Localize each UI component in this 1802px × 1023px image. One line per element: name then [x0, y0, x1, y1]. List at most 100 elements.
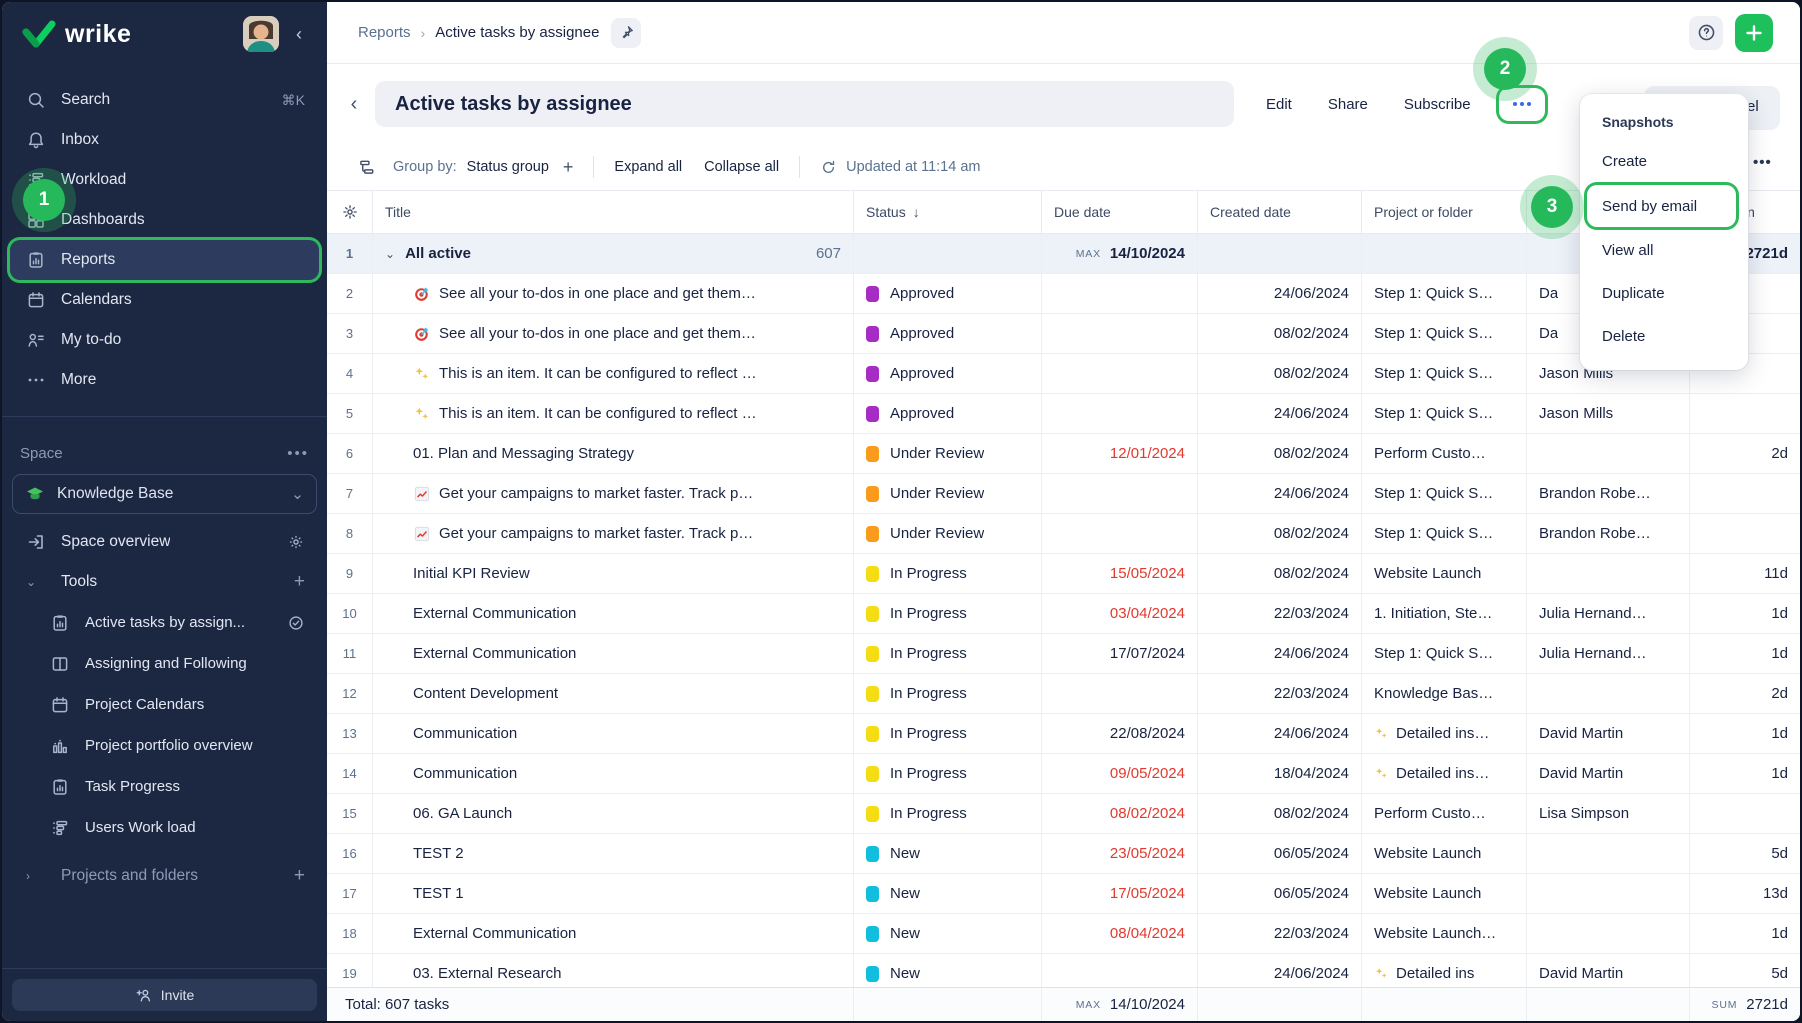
project-cell[interactable]: Step 1: Quick S…: [1362, 514, 1527, 553]
table-row[interactable]: 19 03. External Research New 24/06/2024 …: [327, 954, 1800, 987]
status-cell[interactable]: In Progress: [854, 634, 1042, 673]
project-cell[interactable]: Website Launch: [1362, 874, 1527, 913]
table-row[interactable]: 11 External Communication In Progress 17…: [327, 634, 1800, 674]
due-date-cell[interactable]: 17/05/2024: [1042, 874, 1198, 913]
report-title-input[interactable]: Active tasks by assignee: [375, 81, 1234, 127]
assignee-cell[interactable]: David Martin: [1527, 754, 1690, 793]
avatar[interactable]: [243, 16, 279, 52]
share-button[interactable]: Share: [1328, 96, 1368, 113]
back-button[interactable]: ‹: [341, 93, 367, 116]
collapse-group-icon[interactable]: ⌄: [385, 247, 395, 261]
assignee-cell[interactable]: [1527, 874, 1690, 913]
help-button[interactable]: [1689, 16, 1723, 50]
task-title-cell[interactable]: Initial KPI Review: [373, 554, 854, 593]
due-date-cell[interactable]: 12/01/2024: [1042, 434, 1198, 473]
gear-icon[interactable]: [287, 533, 305, 551]
table-row[interactable]: 5 This is an item. It can be configured …: [327, 394, 1800, 434]
status-cell[interactable]: Under Review: [854, 434, 1042, 473]
status-cell[interactable]: New: [854, 954, 1042, 987]
sidebar-item-reports[interactable]: Reports: [10, 240, 319, 280]
sidebar-item-my-to-do[interactable]: My to-do: [10, 320, 319, 360]
assignee-cell[interactable]: [1527, 834, 1690, 873]
project-cell[interactable]: Website Launch: [1362, 554, 1527, 593]
column-header-4[interactable]: Created date: [1198, 191, 1362, 233]
table-row[interactable]: 9 Initial KPI Review In Progress 15/05/2…: [327, 554, 1800, 594]
task-title-cell[interactable]: 01. Plan and Messaging Strategy: [373, 434, 854, 473]
status-cell[interactable]: In Progress: [854, 554, 1042, 593]
invite-button[interactable]: Invite: [12, 979, 317, 1011]
project-cell[interactable]: Detailed ins…: [1362, 754, 1527, 793]
add-project-icon[interactable]: +: [294, 865, 305, 887]
project-cell[interactable]: Knowledge Bas…: [1362, 674, 1527, 713]
add-grouping-icon[interactable]: +: [563, 157, 574, 178]
assignee-cell[interactable]: Julia Hernand…: [1527, 594, 1690, 633]
subscribe-button[interactable]: Subscribe: [1404, 96, 1471, 113]
table-row[interactable]: 10 External Communication In Progress 03…: [327, 594, 1800, 634]
due-date-cell[interactable]: 23/05/2024: [1042, 834, 1198, 873]
space-selector[interactable]: Knowledge Base ⌄: [12, 474, 317, 514]
status-cell[interactable]: Approved: [854, 314, 1042, 353]
menu-item-view-all[interactable]: View all: [1580, 229, 1748, 272]
menu-item-create[interactable]: Create: [1580, 140, 1748, 183]
column-header-3[interactable]: Due date: [1042, 191, 1198, 233]
sidebar-section-tools[interactable]: ⌄ Tools +: [10, 562, 319, 602]
pin-button[interactable]: [611, 18, 641, 48]
assignee-cell[interactable]: Jason Mills: [1527, 394, 1690, 433]
task-title-cell[interactable]: Get your campaigns to market faster. Tra…: [373, 474, 854, 513]
task-title-cell[interactable]: Communication: [373, 754, 854, 793]
due-date-cell[interactable]: 09/05/2024: [1042, 754, 1198, 793]
status-cell[interactable]: In Progress: [854, 794, 1042, 833]
project-cell[interactable]: Step 1: Quick S…: [1362, 394, 1527, 433]
task-title-cell[interactable]: This is an item. It can be configured to…: [373, 394, 854, 433]
collapse-all-button[interactable]: Collapse all: [704, 159, 779, 175]
table-row[interactable]: 6 01. Plan and Messaging Strategy Under …: [327, 434, 1800, 474]
column-header-5[interactable]: Project or folder: [1362, 191, 1527, 233]
menu-item-send-by-email[interactable]: Send by email: [1587, 185, 1736, 227]
due-date-cell[interactable]: [1042, 394, 1198, 433]
task-title-cell[interactable]: External Communication: [373, 594, 854, 633]
task-title-cell[interactable]: 03. External Research: [373, 954, 854, 987]
status-cell[interactable]: In Progress: [854, 714, 1042, 753]
tool-item-0[interactable]: Active tasks by assign...: [10, 602, 319, 643]
sidebar-item-search[interactable]: Search ⌘K: [10, 80, 319, 120]
assignee-cell[interactable]: David Martin: [1527, 714, 1690, 753]
status-cell[interactable]: In Progress: [854, 594, 1042, 633]
table-row[interactable]: 15 06. GA Launch In Progress 08/02/2024 …: [327, 794, 1800, 834]
tool-item-2[interactable]: Project Calendars: [10, 684, 319, 725]
assignee-cell[interactable]: [1527, 434, 1690, 473]
due-date-cell[interactable]: 15/05/2024: [1042, 554, 1198, 593]
task-title-cell[interactable]: Get your campaigns to market faster. Tra…: [373, 514, 854, 553]
table-row[interactable]: 18 External Communication New 08/04/2024…: [327, 914, 1800, 954]
task-title-cell[interactable]: TEST 1: [373, 874, 854, 913]
tool-item-5[interactable]: Users Work load: [10, 807, 319, 848]
sidebar-collapse-icon[interactable]: ‹: [285, 24, 313, 45]
due-date-cell[interactable]: [1042, 354, 1198, 393]
assignee-cell[interactable]: [1527, 914, 1690, 953]
status-cell[interactable]: Approved: [854, 354, 1042, 393]
task-title-cell[interactable]: See all your to-dos in one place and get…: [373, 314, 854, 353]
sidebar-item-more[interactable]: More: [10, 360, 319, 400]
breadcrumb-reports[interactable]: Reports: [358, 24, 411, 41]
add-tool-icon[interactable]: +: [294, 571, 305, 593]
assignee-cell[interactable]: Brandon Robe…: [1527, 514, 1690, 553]
sidebar-section-projects[interactable]: › Projects and folders +: [10, 856, 319, 896]
assignee-cell[interactable]: [1527, 674, 1690, 713]
assignee-cell[interactable]: Brandon Robe…: [1527, 474, 1690, 513]
more-options-button[interactable]: [1499, 88, 1545, 121]
task-title-cell[interactable]: See all your to-dos in one place and get…: [373, 274, 854, 313]
status-cell[interactable]: In Progress: [854, 674, 1042, 713]
due-date-cell[interactable]: [1042, 474, 1198, 513]
table-overflow-menu-icon[interactable]: •••: [1753, 154, 1772, 171]
task-title-cell[interactable]: TEST 2: [373, 834, 854, 873]
project-cell[interactable]: Detailed ins…: [1362, 714, 1527, 753]
assignee-cell[interactable]: Lisa Simpson: [1527, 794, 1690, 833]
project-cell[interactable]: Website Launch…: [1362, 914, 1527, 953]
column-header-0[interactable]: [327, 191, 373, 233]
project-cell[interactable]: Detailed ins: [1362, 954, 1527, 987]
expand-all-button[interactable]: Expand all: [614, 159, 682, 175]
status-cell[interactable]: Approved: [854, 274, 1042, 313]
status-cell[interactable]: Under Review: [854, 514, 1042, 553]
wrike-logo[interactable]: wrike: [22, 20, 131, 49]
edit-button[interactable]: Edit: [1266, 96, 1292, 113]
tool-item-3[interactable]: Project portfolio overview: [10, 725, 319, 766]
